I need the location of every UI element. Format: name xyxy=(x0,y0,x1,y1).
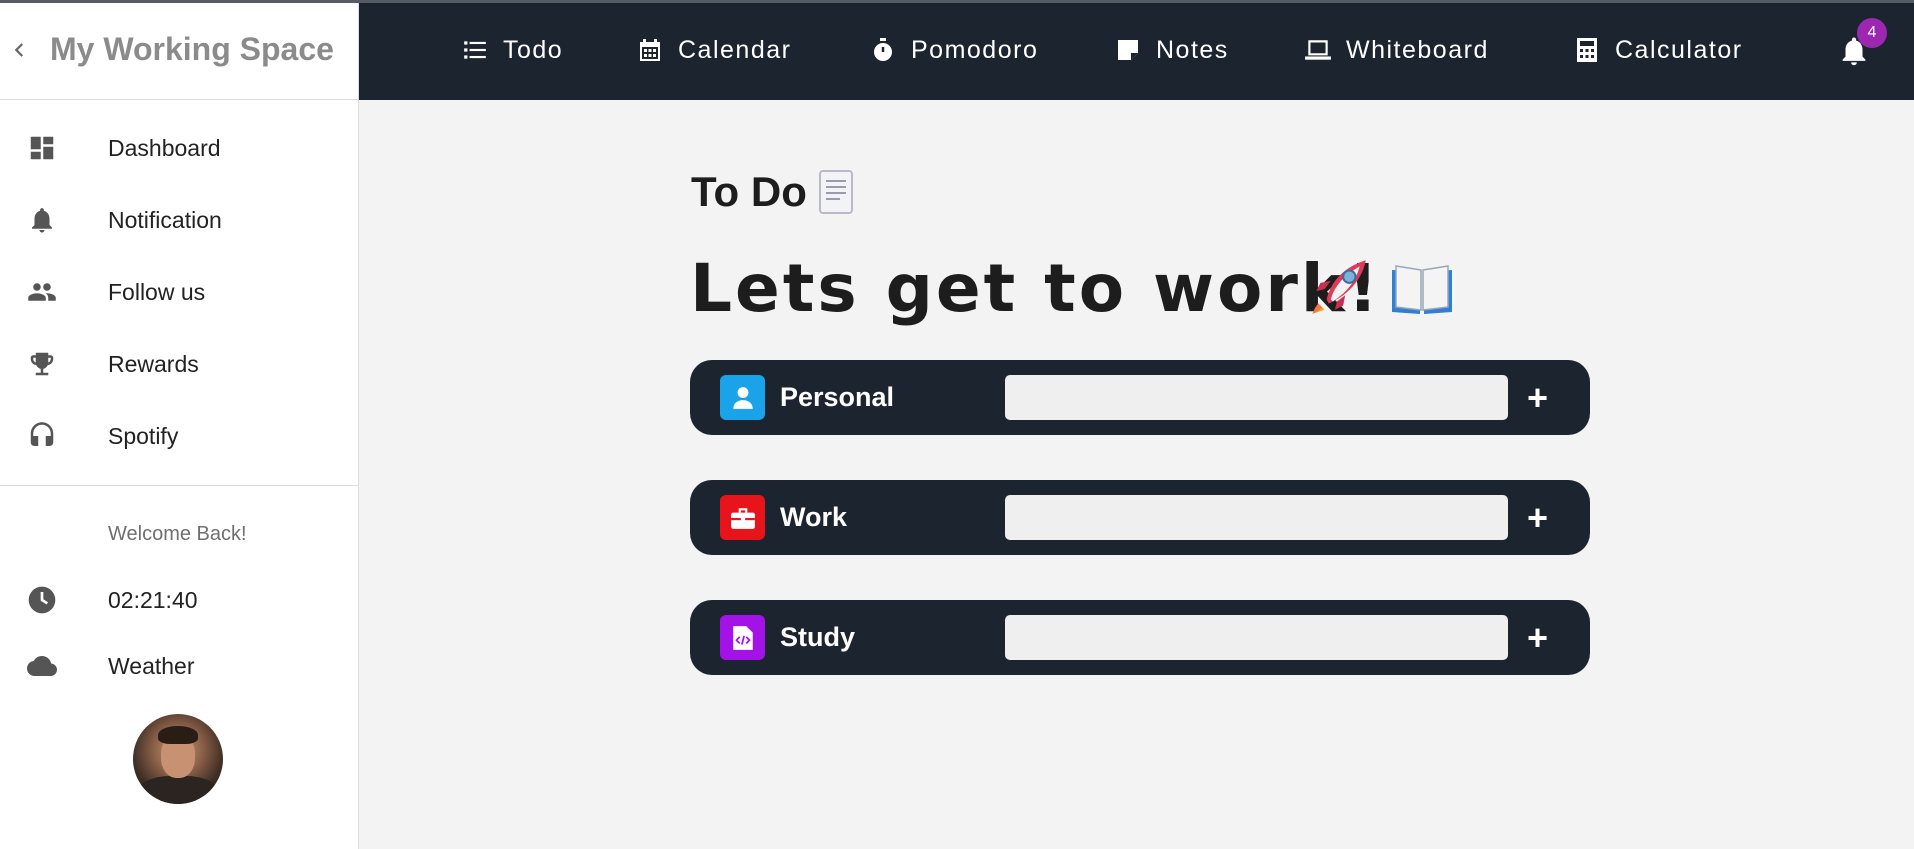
stopwatch-icon xyxy=(869,36,897,64)
category-label: Personal xyxy=(780,382,895,412)
plus-icon: + xyxy=(1526,376,1549,418)
headphones-icon xyxy=(24,418,60,454)
code-file-icon xyxy=(720,615,765,660)
tab-calendar[interactable]: Calendar xyxy=(636,30,791,70)
sidebar-item-spotify[interactable]: Spotify xyxy=(0,400,358,472)
calendar-icon xyxy=(636,36,664,64)
category-card-work: Work + xyxy=(690,480,1590,555)
top-nav-bar: Todo Calendar Pomodoro Notes Whiteboard … xyxy=(359,0,1914,100)
category-card-personal: Personal + xyxy=(690,360,1590,435)
page-title-text: To Do xyxy=(691,168,807,215)
work-task-input[interactable] xyxy=(1005,495,1508,540)
sidebar-item-label: Follow us xyxy=(108,278,206,305)
sidebar-item-follow-us[interactable]: Follow us xyxy=(0,256,358,328)
tab-whiteboard[interactable]: Whiteboard xyxy=(1304,30,1489,70)
app-title: My Working Space xyxy=(50,31,334,67)
sidebar-item-rewards[interactable]: Rewards xyxy=(0,328,358,400)
cloud-icon xyxy=(24,648,60,684)
note-icon xyxy=(1114,36,1142,64)
tab-label: Whiteboard xyxy=(1346,35,1489,64)
sidebar-item-label: Spotify xyxy=(108,422,179,449)
add-work-task-button[interactable]: + xyxy=(1515,495,1560,540)
clock-icon xyxy=(24,582,60,618)
sidebar-item-notification[interactable]: Notification xyxy=(0,184,358,256)
tab-label: Calendar xyxy=(678,35,792,64)
list-icon xyxy=(461,36,489,64)
calculator-icon xyxy=(1573,36,1601,64)
tab-label: Todo xyxy=(503,35,564,64)
sidebar-divider xyxy=(0,485,359,486)
tab-label: Calculator xyxy=(1615,35,1743,64)
sidebar: My Working Space Dashboard Notification … xyxy=(0,0,359,849)
chevron-left-icon xyxy=(14,42,24,57)
notepad-icon xyxy=(818,170,853,214)
tab-label: Notes xyxy=(1156,35,1229,64)
briefcase-icon xyxy=(720,495,765,540)
weather-row[interactable]: Weather xyxy=(0,646,195,686)
avatar[interactable] xyxy=(133,714,223,804)
tab-notes[interactable]: Notes xyxy=(1114,30,1229,70)
add-personal-task-button[interactable]: + xyxy=(1515,375,1560,420)
trophy-icon xyxy=(24,346,60,382)
tab-label: Pomodoro xyxy=(911,35,1039,64)
back-button[interactable] xyxy=(0,30,40,70)
sidebar-item-label: Dashboard xyxy=(108,134,221,161)
clock-row: 02:21:40 xyxy=(0,580,198,620)
category-label: Study xyxy=(780,622,856,652)
dashboard-icon xyxy=(24,130,60,166)
category-label: Work xyxy=(780,502,848,532)
sidebar-item-label: Rewards xyxy=(108,350,199,377)
study-task-input[interactable] xyxy=(1005,615,1508,660)
personal-task-input[interactable] xyxy=(1005,375,1508,420)
plus-icon: + xyxy=(1526,496,1549,538)
sidebar-item-dashboard[interactable]: Dashboard xyxy=(0,112,358,184)
headline: Lets get to work! xyxy=(690,250,1381,327)
clock-time: 02:21:40 xyxy=(108,586,198,613)
sidebar-nav: Dashboard Notification Follow us Rewards… xyxy=(0,100,358,472)
add-study-task-button[interactable]: + xyxy=(1515,615,1560,660)
category-card-study: Study + xyxy=(690,600,1590,675)
open-book-icon xyxy=(1390,262,1454,323)
bell-icon xyxy=(24,202,60,238)
welcome-text: Welcome Back! xyxy=(108,523,247,545)
people-icon xyxy=(24,274,60,310)
tab-pomodoro[interactable]: Pomodoro xyxy=(869,30,1038,70)
page-title: To Do xyxy=(691,168,853,216)
window-top-border xyxy=(0,0,1914,3)
sidebar-item-label: Notification xyxy=(108,206,222,233)
tab-todo[interactable]: Todo xyxy=(461,30,563,70)
person-icon xyxy=(720,375,765,420)
rocket-icon xyxy=(1306,254,1372,325)
laptop-icon xyxy=(1304,36,1332,64)
plus-icon: + xyxy=(1526,616,1549,658)
sidebar-header: My Working Space xyxy=(0,0,358,100)
notification-count-badge: 4 xyxy=(1857,18,1887,48)
tab-calculator[interactable]: Calculator xyxy=(1573,30,1743,70)
weather-label: Weather xyxy=(108,652,195,679)
